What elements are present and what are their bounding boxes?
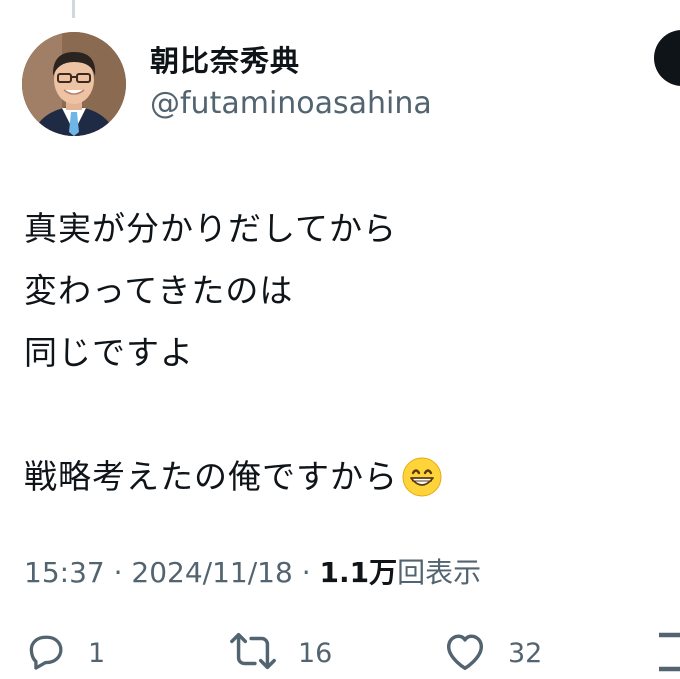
tweet-line: 変わってきたのは: [24, 271, 294, 310]
author-handle[interactable]: @futaminoasahina: [150, 86, 432, 121]
more-options-button[interactable]: [654, 30, 680, 86]
reply-count: 1: [88, 637, 106, 669]
heart-icon: [442, 629, 488, 677]
meta-separator: ·: [301, 556, 311, 589]
tweet-text: 真実が分かりだしてから 変わってきたのは 同じですよ 戦略考えたの俺ですから: [24, 198, 442, 508]
tweet-line: [24, 384, 442, 446]
tweet-line: 同じですよ: [24, 333, 194, 372]
tweet-line: 戦略考えたの俺ですから: [24, 457, 398, 496]
avatar[interactable]: [22, 32, 126, 136]
avatar-photo: [22, 32, 126, 136]
tweet-line: 真実が分かりだしてから: [24, 209, 398, 248]
view-count-label: 回表示: [397, 556, 482, 589]
retweet-button[interactable]: 16: [228, 628, 332, 678]
like-count: 32: [508, 637, 543, 669]
share-button[interactable]: [654, 628, 680, 678]
reply-button[interactable]: 1: [24, 628, 105, 678]
tweet-date[interactable]: 2024/11/18: [131, 556, 292, 589]
action-bar: 1 16 32: [0, 628, 680, 678]
grinning-face-emoji-icon: [402, 455, 442, 517]
view-count: 1.1万: [319, 556, 398, 589]
tweet-line-with-emoji: 戦略考えたの俺ですから: [24, 446, 442, 508]
like-button[interactable]: 32: [442, 628, 542, 678]
author-display-name[interactable]: 朝比奈秀典: [150, 38, 300, 80]
reply-bubble-icon: [24, 629, 68, 677]
tweet-meta: 15:37 · 2024/11/18 · 1.1万回表示: [24, 551, 481, 591]
retweet-count: 16: [298, 637, 333, 669]
thread-connector-line: [72, 0, 75, 18]
tweet-time[interactable]: 15:37: [24, 556, 105, 589]
meta-separator: ·: [113, 556, 123, 589]
retweet-icon: [228, 629, 278, 677]
share-icon: [654, 629, 680, 677]
